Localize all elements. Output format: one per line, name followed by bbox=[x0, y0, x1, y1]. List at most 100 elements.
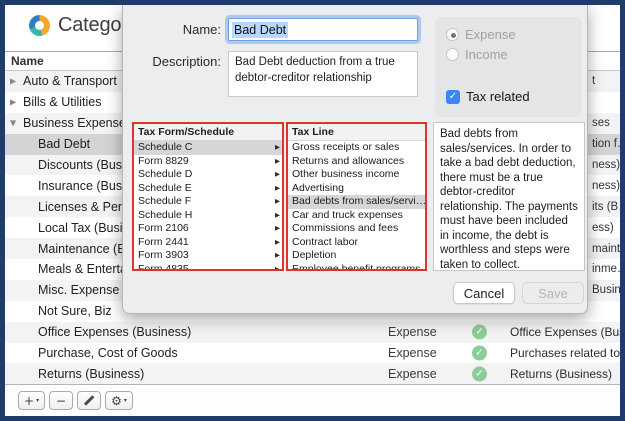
expanded-disclosure-icon[interactable]: ▼ bbox=[10, 119, 16, 128]
category-name: Purchase, Cost of Goods bbox=[38, 346, 178, 360]
name-input[interactable]: Bad Debt bbox=[228, 18, 418, 41]
category-description-fragment: maint… bbox=[592, 243, 620, 255]
category-name: Returns (Business) bbox=[38, 367, 144, 381]
tax-line-item[interactable]: Returns and allowances bbox=[288, 155, 425, 169]
category-name: Business Expenses bbox=[23, 116, 132, 130]
category-description-fragment: ess) bbox=[592, 222, 620, 234]
collapsed-disclosure-icon[interactable]: ▶ bbox=[10, 98, 16, 107]
plus-icon: + bbox=[24, 395, 34, 407]
actions-menu-button[interactable]: ⚙ ▾ bbox=[105, 391, 133, 410]
tax-related-checkbox[interactable]: ✓ bbox=[446, 90, 460, 104]
categories-donut-icon bbox=[29, 15, 50, 36]
edit-category-button[interactable] bbox=[77, 391, 101, 410]
tax-related-check-icon: ✓ bbox=[472, 346, 487, 361]
category-name: Not Sure, Biz bbox=[38, 304, 112, 318]
name-column-header[interactable]: Name bbox=[11, 54, 44, 68]
tax-form-item[interactable]: Form 3903▶ bbox=[134, 249, 282, 263]
radio-label: Income bbox=[465, 47, 508, 62]
category-name: Bad Debt bbox=[38, 137, 90, 151]
app-window: Categori Name ▶Auto & Transportt▶Bills &… bbox=[0, 0, 625, 421]
list-header: Tax Line bbox=[288, 124, 425, 141]
submenu-arrow-icon: ▶ bbox=[275, 195, 280, 209]
tax-line-item[interactable]: Contract labor bbox=[288, 236, 425, 250]
submenu-arrow-icon: ▶ bbox=[275, 263, 280, 272]
table-row[interactable]: Office Expenses (Business)Expense✓Office… bbox=[5, 322, 620, 343]
tax-form-item[interactable]: Form 8829▶ bbox=[134, 155, 282, 169]
submenu-arrow-icon: ▶ bbox=[275, 168, 280, 182]
category-description-fragment: ses bbox=[592, 117, 620, 129]
submenu-arrow-icon: ▶ bbox=[275, 236, 280, 250]
category-type: Expense bbox=[388, 325, 437, 339]
category-description-fragment: ness) bbox=[592, 180, 620, 192]
tax-related-label: Tax related bbox=[466, 89, 530, 104]
category-name: Auto & Transport bbox=[23, 74, 117, 88]
tax-line-item[interactable]: Gross receipts or sales bbox=[288, 141, 425, 155]
remove-category-button[interactable]: − bbox=[49, 391, 73, 410]
tax-related-row: ✓ Tax related bbox=[446, 89, 530, 104]
tax-form-item[interactable]: Schedule C▶ bbox=[134, 141, 282, 155]
description-field-label: Description: bbox=[123, 54, 221, 69]
submenu-arrow-icon: ▶ bbox=[275, 141, 280, 155]
category-description: Office Expenses (Busi… bbox=[510, 325, 620, 339]
tax-form-item[interactable]: Form 2106▶ bbox=[134, 222, 282, 236]
tax-related-check-icon: ✓ bbox=[472, 366, 487, 381]
tax-line-item[interactable]: Other business income bbox=[288, 168, 425, 182]
tax-form-item[interactable]: Form 4835▶ bbox=[134, 263, 282, 272]
type-panel: Expense Income ✓ Tax related bbox=[435, 17, 582, 117]
category-description-fragment: tion f… bbox=[592, 138, 620, 150]
tax-line-item[interactable]: Advertising bbox=[288, 182, 425, 196]
submenu-arrow-icon: ▶ bbox=[275, 222, 280, 236]
table-row[interactable]: Returns (Business) Expense ✓ Returns (Busin… bbox=[5, 363, 620, 384]
category-description-fragment: its (B… bbox=[592, 201, 620, 213]
cancel-button[interactable]: Cancel bbox=[453, 282, 515, 304]
tax-line-item[interactable]: Car and truck expenses bbox=[288, 209, 425, 223]
toolbar-button-group: + ▾ − ⚙ ▾ bbox=[18, 391, 133, 410]
list-header: Tax Form/Schedule bbox=[134, 124, 282, 141]
window-title-area: Categori bbox=[29, 14, 132, 37]
category-description-fragment: Busin… bbox=[592, 284, 620, 296]
tax-form-schedule-list: Tax Form/ScheduleSchedule C▶Form 8829▶Sc… bbox=[132, 122, 284, 271]
tax-line-item[interactable]: Commissions and fees bbox=[288, 222, 425, 236]
name-input-selected-text: Bad Debt bbox=[232, 22, 288, 38]
tax-form-item[interactable]: Schedule F▶ bbox=[134, 195, 282, 209]
type-radio-income[interactable]: Income bbox=[446, 47, 508, 62]
submenu-arrow-icon: ▶ bbox=[275, 155, 280, 169]
radio-circle-icon bbox=[446, 28, 459, 41]
add-category-button[interactable]: + ▾ bbox=[18, 391, 45, 410]
tax-line-list: Tax LineGross receipts or salesReturns a… bbox=[286, 122, 427, 271]
tax-line-item[interactable]: Depletion bbox=[288, 249, 425, 263]
type-radio-expense[interactable]: Expense bbox=[446, 27, 516, 42]
edit-pencil-icon bbox=[84, 395, 94, 405]
name-field-label: Name: bbox=[123, 22, 221, 37]
tax-line-item[interactable]: Employee benefit programs bbox=[288, 263, 425, 272]
category-type: Expense bbox=[388, 346, 437, 360]
category-description-fragment: inme… bbox=[592, 263, 620, 275]
collapsed-disclosure-icon[interactable]: ▶ bbox=[10, 77, 16, 86]
chevron-down-icon: ▾ bbox=[124, 397, 127, 404]
tax-form-item[interactable]: Schedule D▶ bbox=[134, 168, 282, 182]
minus-icon: − bbox=[56, 395, 66, 407]
tax-form-item[interactable]: Schedule H▶ bbox=[134, 209, 282, 223]
tax-form-item[interactable]: Form 2441▶ bbox=[134, 236, 282, 250]
category-description-fragment: ness) bbox=[592, 159, 620, 171]
category-description: Returns (Business) bbox=[510, 367, 620, 381]
category-name: Bills & Utilities bbox=[23, 95, 102, 109]
category-description: Purchases related to… bbox=[510, 346, 620, 360]
description-input[interactable]: Bad Debt deduction from a true debtor-cr… bbox=[228, 51, 418, 97]
submenu-arrow-icon: ▶ bbox=[275, 249, 280, 263]
category-name: Office Expenses (Business) bbox=[38, 325, 191, 339]
table-row[interactable]: Purchase, Cost of Goods Expense ✓ Purchases… bbox=[5, 343, 620, 364]
gear-icon: ⚙ bbox=[111, 395, 122, 407]
window-title: Categori bbox=[58, 14, 132, 37]
bottom-toolbar: + ▾ − ⚙ ▾ bbox=[5, 384, 620, 416]
tax-line-description-box: Bad debts from sales/services. In order … bbox=[433, 122, 585, 271]
tax-line-item[interactable]: Bad debts from sales/servi… bbox=[288, 195, 425, 209]
submenu-arrow-icon: ▶ bbox=[275, 182, 280, 196]
submenu-arrow-icon: ▶ bbox=[275, 209, 280, 223]
category-type: Expense bbox=[388, 367, 437, 381]
save-button[interactable]: Save bbox=[522, 282, 584, 304]
edit-category-dialog: Name: Bad Debt Description: Bad Debt ded… bbox=[122, 5, 588, 314]
chevron-down-icon: ▾ bbox=[36, 397, 39, 404]
tax-form-item[interactable]: Schedule E▶ bbox=[134, 182, 282, 196]
radio-label: Expense bbox=[465, 27, 516, 42]
